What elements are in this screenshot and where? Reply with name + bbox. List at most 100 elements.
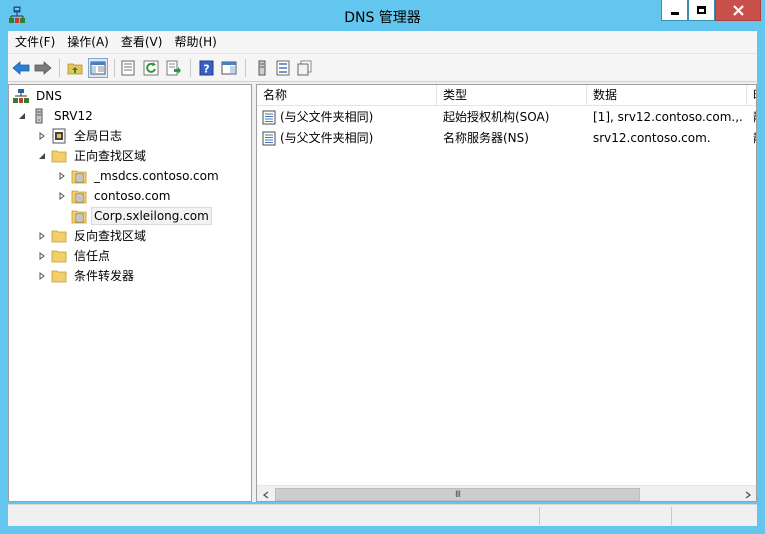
records-list-pane[interactable]: 名称 类型 数据 时 (与父文件夹相同) 起始授权机构(SOA) [1], sr… [256,84,757,502]
minimize-button[interactable] [661,0,688,21]
tree-item-global-logs[interactable]: 全局日志 [37,126,125,146]
up-one-level-button[interactable] [65,58,85,78]
tree-label: SRV12 [54,109,93,123]
dns-record-icon [262,110,276,125]
toolbar-separator [59,59,60,77]
cell-data: [1], srv12.contoso.com.,... [593,110,743,124]
menu-view[interactable]: 查看(V) [116,31,168,53]
show-tree-icon [90,61,106,75]
scroll-right-button[interactable] [739,486,756,501]
cell-data: srv12.contoso.com. [593,131,711,145]
refresh-button[interactable] [141,58,161,78]
list-header: 名称 类型 数据 时 [257,85,756,106]
server-icon [31,108,47,124]
forward-icon [34,61,52,75]
export-icon [166,60,181,76]
tree-item-conditional-forwarders[interactable]: 条件转发器 [37,266,137,286]
title-bar[interactable]: DNS 管理器 [0,0,765,30]
toolbar: ? [8,53,757,82]
tree-label: 全局日志 [74,129,123,143]
close-button[interactable] [715,0,761,21]
show-hide-tree-button[interactable] [88,58,108,78]
help-icon: ? [199,60,213,76]
tree-item-dns[interactable]: DNS [13,86,65,106]
expand-triangle-icon[interactable] [37,251,47,261]
tree-label: DNS [36,89,62,103]
table-row[interactable]: (与父文件夹相同) 起始授权机构(SOA) [1], srv12.contoso… [257,107,756,128]
svg-text:?: ? [203,63,209,76]
dns-root-icon [13,88,29,104]
folder-icon [51,228,67,244]
scroll-left-button[interactable] [257,486,274,501]
toolbar-separator [190,59,191,77]
tree-item-zone-selected[interactable]: Corp.sxleilong.com [57,206,212,226]
list-view-button[interactable] [273,58,293,78]
cell-name: (与父文件夹相同) [280,110,374,124]
console-icon [221,61,237,75]
expand-triangle-icon[interactable] [37,131,47,141]
tree-item-server[interactable]: SRV12 [17,106,96,126]
forward-button[interactable] [33,58,53,78]
tree-item-zone[interactable]: contoso.com [57,186,173,206]
tree-label: 条件转发器 [74,269,135,283]
tree-item-zone[interactable]: _msdcs.contoso.com [57,166,222,186]
toolbar-separator [114,59,115,77]
expand-triangle-icon[interactable] [37,271,47,281]
help-button[interactable]: ? [196,58,216,78]
event-log-icon [51,128,67,144]
tree-item-reverse-lookup-zones[interactable]: 反向查找区域 [37,226,149,246]
folder-icon [51,148,67,164]
console-tree-pane[interactable]: DNS SRV12 全局日志 正向查找区域 _msdcs.contoso.com… [8,84,252,502]
maximize-icon [697,6,706,14]
dns-manager-window: DNS 管理器 文件(F) 操作(A) 查看(V) 帮助(H) ? DNS SR… [0,0,765,534]
copy-button[interactable] [295,58,315,78]
menu-help[interactable]: 帮助(H) [169,31,221,53]
table-row[interactable]: (与父文件夹相同) 名称服务器(NS) srv12.contoso.com. 静 [257,128,756,149]
list-icon [276,60,290,76]
menu-action[interactable]: 操作(A) [62,31,114,53]
column-header-data[interactable]: 数据 [587,85,747,106]
expand-triangle-icon[interactable] [57,171,67,181]
refresh-icon [143,60,159,76]
status-segment [539,507,671,525]
chevron-right-icon [745,490,751,499]
tree-label: 反向查找区域 [74,229,147,243]
tree-label: 信任点 [74,249,111,263]
server-button[interactable] [252,58,272,78]
back-button[interactable] [11,58,31,78]
server-icon [258,60,266,76]
dns-record-icon [262,131,276,146]
expand-triangle-icon[interactable] [37,231,47,241]
menu-file[interactable]: 文件(F) [10,31,60,53]
chevron-left-icon [262,490,268,499]
maximize-button[interactable] [688,0,715,21]
export-list-button[interactable] [164,58,184,78]
cell-type: 起始授权机构(SOA) [443,110,550,124]
scrollbar-grip: III [455,489,461,500]
menu-bar: 文件(F) 操作(A) 查看(V) 帮助(H) [8,31,757,53]
up-folder-icon [67,63,83,75]
horizontal-scrollbar[interactable]: III [257,485,756,501]
folder-icon [51,248,67,264]
column-header-timestamp[interactable]: 时 [747,85,756,106]
close-icon [732,4,744,16]
expand-triangle-icon[interactable] [57,191,67,201]
column-header-type[interactable]: 类型 [437,85,587,106]
properties-icon [121,60,135,76]
properties-button[interactable] [118,58,138,78]
tree-label: contoso.com [94,189,171,203]
collapse-triangle-icon[interactable] [17,111,27,121]
status-bar [8,504,757,526]
tree-label: 正向查找区域 [74,149,147,163]
tree-item-forward-lookup-zones[interactable]: 正向查找区域 [37,146,149,166]
collapse-triangle-icon[interactable] [37,151,47,161]
back-icon [12,61,30,75]
tree-label: Corp.sxleilong.com [91,207,212,225]
zone-icon [71,188,87,204]
column-header-name[interactable]: 名称 [257,85,437,106]
scrollbar-thumb[interactable]: III [275,488,640,501]
zone-icon [71,168,87,184]
show-console-button[interactable] [219,58,239,78]
tree-item-trust-points[interactable]: 信任点 [37,246,113,266]
